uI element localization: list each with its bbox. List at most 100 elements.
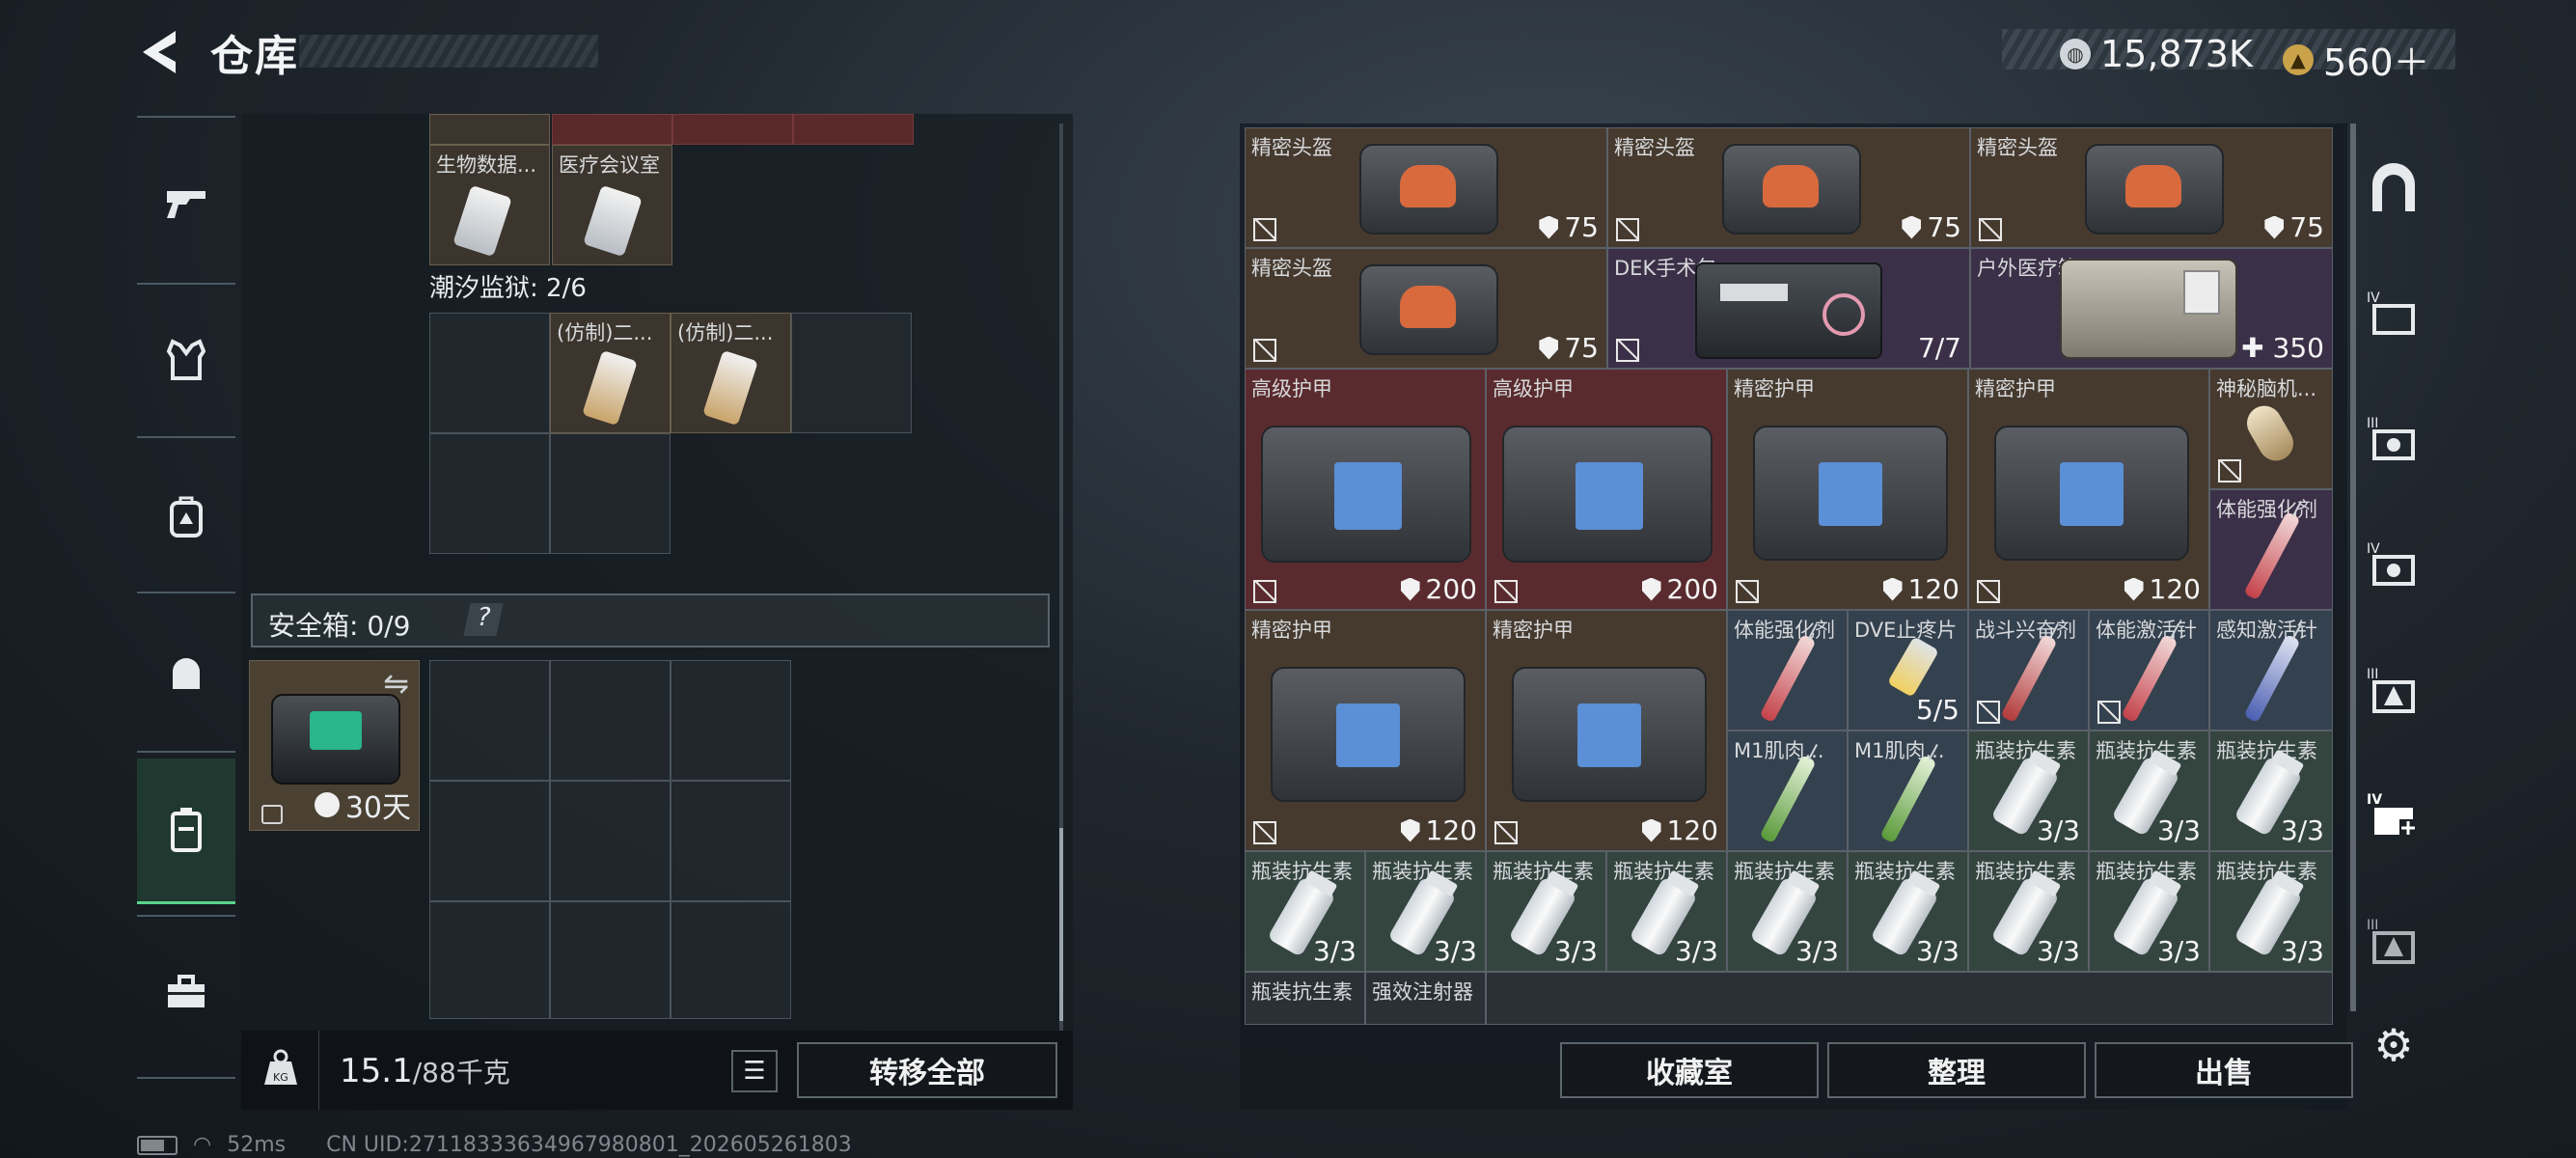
item-medical-room[interactable]: 医疗会议室 bbox=[552, 145, 672, 265]
item-strong-injector[interactable]: 强效注射器 bbox=[1365, 972, 1486, 1025]
item-antibiotics[interactable]: 瓶装抗生素 3/3 bbox=[2209, 851, 2333, 972]
item-antibiotics[interactable]: 瓶装抗生素 3/3 bbox=[1727, 851, 1848, 972]
partial-item[interactable] bbox=[793, 114, 914, 145]
transfer-all-button[interactable]: 转移全部 bbox=[797, 1042, 1057, 1098]
item-helmet[interactable]: 精密头盔 75 bbox=[1245, 127, 1607, 248]
item-antibiotics[interactable]: 瓶装抗生素 3/3 bbox=[2089, 731, 2209, 851]
safebox-slot[interactable] bbox=[671, 901, 791, 1019]
swap-icon[interactable]: ⇋ bbox=[383, 665, 409, 702]
syringe-icon bbox=[1759, 633, 1817, 724]
item-m1-muscle[interactable]: M1肌肉... bbox=[1727, 731, 1848, 851]
empty-slot[interactable] bbox=[550, 433, 671, 554]
tab-medkit-iv[interactable]: IV bbox=[2360, 782, 2427, 849]
lock-icon bbox=[261, 805, 283, 824]
safebox-slot[interactable] bbox=[671, 781, 791, 901]
nav-pouch[interactable] bbox=[137, 625, 235, 722]
nav-safebox[interactable] bbox=[137, 758, 235, 904]
item-antibiotics[interactable]: 瓶装抗生素 3/3 bbox=[1968, 851, 2089, 972]
shield-icon bbox=[2264, 215, 2285, 239]
item-antibiotics[interactable]: 瓶装抗生素 bbox=[1245, 972, 1365, 1025]
item-antibiotics[interactable]: 瓶装抗生素 3/3 bbox=[2209, 731, 2333, 851]
sort-button[interactable]: 整理 bbox=[1827, 1042, 2086, 1098]
scrollbar-thumb[interactable] bbox=[1059, 828, 1063, 1021]
svg-text:KG: KG bbox=[273, 1071, 288, 1084]
nav-weapons[interactable] bbox=[137, 154, 235, 251]
settings-gear-icon[interactable]: ⚙ bbox=[2370, 1019, 2418, 1071]
item-bio-data[interactable]: 生物数据... bbox=[429, 145, 550, 265]
item-antibiotics[interactable]: 瓶装抗生素 3/3 bbox=[1848, 851, 1968, 972]
item-brain-chip[interactable]: 神秘脑机... bbox=[2209, 369, 2333, 489]
safebox-slot[interactable] bbox=[550, 781, 671, 901]
partial-item[interactable] bbox=[672, 114, 793, 145]
item-durability: ✚ 350 bbox=[2241, 332, 2324, 364]
item-helmet[interactable]: 精密头盔 75 bbox=[1245, 248, 1607, 369]
help-button[interactable]: ? bbox=[463, 603, 504, 636]
back-button[interactable] bbox=[135, 27, 183, 77]
item-perception-activator[interactable]: 感知激活针 bbox=[2209, 610, 2333, 731]
item-helmet[interactable]: 精密头盔 75 bbox=[1607, 127, 1970, 248]
item-precision-armor[interactable]: 精密护甲 120 bbox=[1727, 369, 1968, 610]
safebox-slot[interactable] bbox=[550, 660, 671, 781]
scrollbar[interactable] bbox=[1059, 124, 1063, 1031]
tab-camera-iii[interactable]: III bbox=[2360, 405, 2427, 473]
shield-icon bbox=[2124, 577, 2144, 601]
item-antibiotics[interactable]: 瓶装抗生素 3/3 bbox=[1365, 851, 1486, 972]
item-antibiotics[interactable]: 瓶装抗生素 3/3 bbox=[1486, 851, 1606, 972]
list-view-button[interactable]: ☰ bbox=[731, 1050, 778, 1092]
svg-text:IV: IV bbox=[2367, 541, 2380, 557]
nav-backpack[interactable] bbox=[137, 469, 235, 565]
safebox-slot[interactable] bbox=[429, 901, 550, 1019]
safebox-slot[interactable] bbox=[671, 660, 791, 781]
tab-warning-iii-b[interactable]: III bbox=[2360, 907, 2427, 975]
partial-item[interactable] bbox=[429, 114, 550, 145]
nav-armor[interactable] bbox=[137, 312, 235, 408]
item-label: 精密头盔 bbox=[1251, 136, 1332, 159]
empty-slot[interactable] bbox=[429, 313, 550, 433]
sell-button[interactable]: 出售 bbox=[2095, 1042, 2353, 1098]
item-outdoor-medkit[interactable]: 户外医疗箱 ✚ 350 bbox=[1970, 248, 2333, 369]
item-stamina-booster[interactable]: 体能强化剂 bbox=[1727, 610, 1848, 731]
card-icon bbox=[583, 184, 643, 258]
tab-folder-iv[interactable]: IV bbox=[2360, 280, 2427, 347]
partial-item[interactable] bbox=[552, 114, 672, 145]
wifi-icon: ◠ bbox=[193, 1133, 212, 1157]
item-stamina-activator[interactable]: 体能激活针 bbox=[2089, 610, 2209, 731]
item-dek-surgery-kit[interactable]: DEK手术包 7/7 bbox=[1607, 248, 1970, 369]
shield-icon bbox=[1400, 818, 1420, 842]
syringe-icon bbox=[1759, 754, 1817, 844]
item-antibiotics[interactable]: 瓶装抗生素 3/3 bbox=[1245, 851, 1365, 972]
item-helmet[interactable]: 精密头盔 75 bbox=[1970, 127, 2333, 248]
item-advanced-armor[interactable]: 高级护甲 200 bbox=[1486, 369, 1727, 610]
item-antibiotics[interactable]: 瓶装抗生素 3/3 bbox=[1606, 851, 1727, 972]
item-combat-stimulant[interactable]: 战斗兴奋剂 bbox=[1968, 610, 2089, 731]
svg-text:IV: IV bbox=[2367, 290, 2380, 306]
tab-safe-house[interactable] bbox=[2360, 154, 2427, 222]
item-antibiotics[interactable]: 瓶装抗生素 3/3 bbox=[2089, 851, 2209, 972]
armor-bag-icon bbox=[1753, 426, 1948, 561]
safebox-slot[interactable] bbox=[429, 781, 550, 901]
empty-slot[interactable] bbox=[429, 433, 550, 554]
item-label: 精密护甲 bbox=[1493, 619, 1574, 642]
safebox-item[interactable]: ⇋ 30天 bbox=[249, 660, 420, 831]
tab-camera-iv[interactable]: IV bbox=[2360, 531, 2427, 598]
list-icon: ☰ bbox=[743, 1057, 766, 1086]
tab-warning-iii[interactable]: III bbox=[2360, 656, 2427, 724]
item-imitation-key[interactable]: (仿制)二... bbox=[671, 313, 791, 433]
item-stamina-booster[interactable]: 体能强化剂 bbox=[2209, 489, 2333, 610]
item-antibiotics[interactable]: 瓶装抗生素 3/3 bbox=[1968, 731, 2089, 851]
empty-slot[interactable] bbox=[791, 313, 912, 433]
collection-room-button[interactable]: 收藏室 bbox=[1560, 1042, 1819, 1098]
item-imitation-key[interactable]: (仿制)二... bbox=[550, 313, 671, 433]
item-precision-armor[interactable]: 精密护甲 120 bbox=[1968, 369, 2209, 610]
nav-toolbox[interactable] bbox=[137, 944, 235, 1040]
clock-icon bbox=[314, 792, 340, 817]
item-dve-painkiller[interactable]: DVE止疼片 5/5 bbox=[1848, 610, 1968, 731]
item-m1-muscle[interactable]: M1肌肉... bbox=[1848, 731, 1968, 851]
safebox-slot[interactable] bbox=[550, 901, 671, 1019]
item-precision-armor[interactable]: 精密护甲 120 bbox=[1245, 610, 1486, 851]
item-label: 精密护甲 bbox=[1251, 619, 1332, 642]
safebox-slot[interactable] bbox=[429, 660, 550, 781]
item-advanced-armor[interactable]: 高级护甲 200 bbox=[1245, 369, 1486, 610]
syringe-icon bbox=[2243, 633, 2301, 724]
item-precision-armor[interactable]: 精密护甲 120 bbox=[1486, 610, 1727, 851]
